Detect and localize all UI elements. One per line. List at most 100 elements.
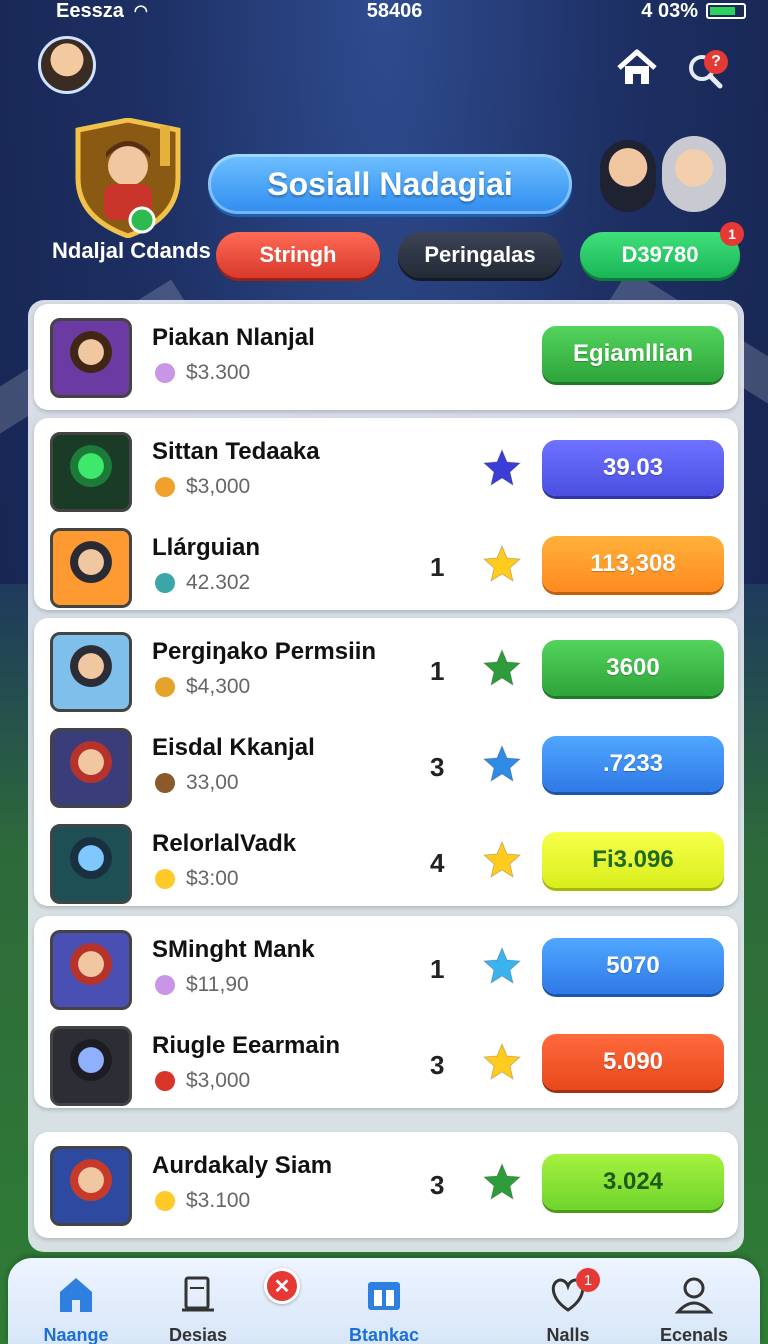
star-icon[interactable] — [482, 744, 522, 784]
action-button-label: 3.024 — [602, 1168, 664, 1195]
action-button-label: .7233 — [602, 750, 664, 777]
action-button[interactable]: 39.03 — [542, 440, 724, 496]
home-icon — [617, 49, 657, 84]
action-button[interactable]: 3.024 — [542, 1154, 724, 1210]
coin-icon — [152, 866, 178, 892]
action-button[interactable]: .7233 — [542, 736, 724, 792]
list-item[interactable]: Llárguian 42.302 1 113,308 — [34, 514, 738, 608]
player-thumbnail[interactable] — [50, 528, 132, 608]
nav-tab-naange[interactable]: Naange — [16, 1272, 136, 1344]
action-button[interactable]: 5070 — [542, 938, 724, 994]
player-name: Eisdal Kkanjal — [152, 734, 315, 761]
player-name: SMinght Mank — [152, 936, 315, 963]
list-item[interactable]: Eisdal Kkanjal 33,00 3 .7233 — [34, 714, 738, 808]
document-icon — [176, 1272, 220, 1321]
coin-icon — [152, 1068, 178, 1094]
friend-avatar[interactable] — [662, 136, 726, 212]
action-button[interactable]: 5.090 — [542, 1034, 724, 1090]
player-stat: $3.100 — [152, 1188, 250, 1214]
player-thumbnail[interactable] — [50, 318, 132, 398]
close-icon[interactable]: ✕ — [264, 1268, 300, 1304]
coin-icon — [152, 570, 178, 596]
list-item[interactable]: Pergiŋako Permsiin $4,300 1 3600 — [34, 618, 738, 712]
profile-icon — [672, 1272, 716, 1321]
notification-badge: 1 — [576, 1268, 600, 1292]
player-name: Piakan Nlanjal — [152, 324, 315, 351]
user-avatar[interactable] — [38, 36, 96, 94]
list-item[interactable]: Riugle Eearmain $3,000 3 5.090 — [34, 1012, 738, 1106]
hero-section: Sosiall Nadagiai Ndaljal Cdands Stringh … — [0, 110, 768, 290]
player-rank: 1 — [430, 552, 445, 582]
player-stat-value: $11,90 — [186, 973, 249, 996]
notification-badge: 1 — [720, 222, 744, 246]
leaderboard-group: SMinght Mank $11,90 1 5070 Riugle Eearmain $3… — [34, 916, 738, 1108]
nav-tab-ecenals[interactable]: Ecenals — [634, 1272, 754, 1344]
leaderboard-group: Sittan Tedaaka $3,000 39.03 Llárguian 42.302… — [34, 418, 738, 610]
battery-label: 4 03% — [641, 0, 698, 22]
player-shield-emblem[interactable] — [68, 118, 188, 238]
nav-tab-desias[interactable]: Desias — [138, 1272, 258, 1344]
player-thumbnail[interactable] — [50, 728, 132, 808]
list-item[interactable]: RelorlalVadk $3:00 4 Fi3.096 — [34, 810, 738, 904]
status-bar: Eessza ◠ 58406 4 03% — [0, 0, 768, 22]
player-name: Pergiŋako Permsiin — [152, 638, 377, 665]
home-button[interactable] — [616, 48, 658, 88]
nav-tab-btankac[interactable]: Btankac — [324, 1272, 444, 1344]
search-button[interactable]: ? — [684, 46, 728, 90]
star-icon[interactable] — [482, 648, 522, 688]
star-icon[interactable] — [482, 1162, 522, 1202]
action-button[interactable]: 3600 — [542, 640, 724, 696]
friend-avatar[interactable] — [600, 140, 656, 212]
player-name: Ndaljal Cdands — [52, 238, 211, 263]
star-icon[interactable] — [482, 448, 522, 488]
list-item[interactable]: Piakan Nlanjal $3.300 Egiamllian — [34, 304, 738, 398]
store-icon — [362, 1272, 406, 1321]
player-thumbnail[interactable] — [50, 1026, 132, 1106]
action-button-label: 3600 — [606, 654, 660, 681]
action-button[interactable]: 113,308 — [542, 536, 724, 592]
player-stat-value: 33,00 — [186, 771, 239, 794]
action-button[interactable]: Fi3.096 — [542, 832, 724, 888]
player-thumbnail[interactable] — [50, 432, 132, 512]
star-icon[interactable] — [482, 946, 522, 986]
player-name: Sittan Tedaaka — [152, 438, 320, 465]
league-title[interactable]: Sosiall Nadagiai — [208, 154, 572, 214]
nav-tab-nalls[interactable]: Nalls 1 — [508, 1268, 628, 1344]
list-item[interactable]: Sittan Tedaaka $3,000 39.03 — [34, 418, 738, 512]
chip-ratings[interactable]: Peringalas — [398, 232, 562, 278]
search-badge: ? — [704, 50, 728, 74]
coin-icon — [152, 972, 178, 998]
player-stat-value: $3,000 — [186, 1069, 251, 1092]
player-rank: 1 — [430, 954, 445, 984]
action-button-label: 113,308 — [590, 550, 676, 577]
player-stat: $3,000 — [152, 1068, 250, 1094]
list-item[interactable]: SMinght Mank $11,90 1 5070 — [34, 916, 738, 1010]
leaderboard-group: Pergiŋako Permsiin $4,300 1 3600 Eisdal Kkan… — [34, 618, 738, 906]
chip-score-label: D39780 — [621, 242, 699, 267]
player-stat: 42.302 — [152, 570, 250, 596]
player-rank: 4 — [430, 848, 445, 878]
player-thumbnail[interactable] — [50, 632, 132, 712]
player-stat: 33,00 — [152, 770, 239, 796]
action-button[interactable]: Egiamllian — [542, 326, 724, 382]
leaderboard-group: Aurdakaly Siam $3.100 3 3.024 — [34, 1132, 738, 1238]
home-icon — [54, 1272, 98, 1321]
star-icon[interactable] — [482, 544, 522, 584]
player-stat: $3,000 — [152, 474, 250, 500]
star-icon[interactable] — [482, 840, 522, 880]
player-rank: 3 — [430, 1170, 445, 1200]
player-stat-value: $3.300 — [186, 361, 251, 384]
coin-icon — [152, 360, 178, 386]
chip-strength[interactable]: Stringh — [216, 232, 380, 278]
player-rank: 1 — [430, 656, 445, 686]
player-name: Aurdakaly Siam — [152, 1152, 333, 1179]
star-icon[interactable] — [482, 1042, 522, 1082]
player-thumbnail[interactable] — [50, 930, 132, 1010]
wifi-icon: ◠ — [133, 3, 148, 20]
nav-tab-label: Nalls — [546, 1325, 590, 1344]
chip-score[interactable]: D39780 1 — [580, 222, 744, 278]
player-name: Llárguian — [152, 534, 261, 561]
player-thumbnail[interactable] — [50, 1146, 132, 1226]
player-thumbnail[interactable] — [50, 824, 132, 904]
list-item[interactable]: Aurdakaly Siam $3.100 3 3.024 — [34, 1132, 738, 1226]
